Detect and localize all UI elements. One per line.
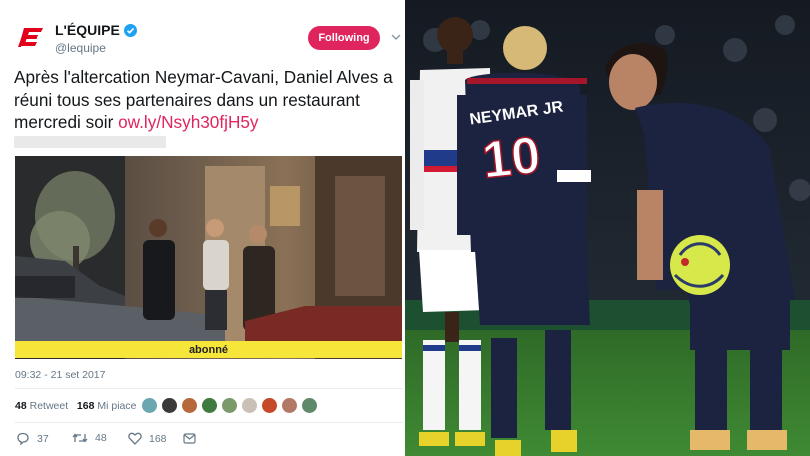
reply-icon[interactable] (16, 432, 30, 445)
like-total[interactable]: 168 (77, 400, 95, 412)
retweet-icon[interactable] (72, 432, 88, 444)
retweet-label[interactable]: Retweet (30, 400, 69, 412)
avatar[interactable] (301, 397, 318, 414)
avatar[interactable] (161, 397, 178, 414)
author-name-row[interactable]: L'ÉQUIPE (55, 22, 137, 38)
jersey-number: 10 (479, 126, 543, 190)
avatar[interactable] (181, 397, 198, 414)
verified-icon (123, 23, 137, 37)
liker-avatars (141, 397, 321, 414)
blurred-text (14, 136, 166, 148)
chevron-down-icon[interactable] (391, 33, 401, 41)
avatar[interactable] (141, 397, 158, 414)
following-button[interactable]: Following (308, 26, 380, 50)
divider (15, 422, 403, 423)
tweet-timestamp[interactable]: 09:32 - 21 set 2017 (15, 369, 106, 381)
tweet-text: Après l'altercation Neymar-Cavani, Danie… (14, 66, 402, 134)
avatar[interactable] (221, 397, 238, 414)
retweet-total[interactable]: 48 (15, 400, 27, 412)
avatar[interactable] (201, 397, 218, 414)
message-icon[interactable] (183, 433, 196, 444)
retweet-count: 48 (95, 432, 107, 444)
tweet-card: L'ÉQUIPE @lequipe Following Après l'alte… (0, 0, 405, 456)
equipe-logo-icon[interactable] (16, 26, 44, 50)
avatar[interactable] (261, 397, 278, 414)
tweet-stats: 48 Retweet 168 Mi piace (15, 400, 136, 412)
divider (15, 388, 403, 389)
like-label[interactable]: Mi piace (97, 400, 136, 412)
retweet-action[interactable]: 48 (72, 432, 107, 444)
reply-action[interactable]: 37 (16, 432, 49, 445)
players-illustration: NEYMAR JR 10 (405, 0, 810, 456)
media-caption-banner: abonné (15, 341, 402, 358)
like-count: 168 (149, 432, 167, 445)
like-action[interactable]: 168 (128, 432, 167, 445)
avatar[interactable] (281, 397, 298, 414)
football (670, 235, 730, 295)
tweet-link[interactable]: ow.ly/Nsyh30fjH5y (118, 112, 258, 132)
match-photo: NEYMAR JR 10 (405, 0, 810, 456)
tweet-media-image[interactable] (15, 156, 402, 359)
reply-count: 37 (37, 432, 49, 445)
avatar[interactable] (241, 397, 258, 414)
restaurant-photo (15, 156, 402, 359)
author-display-name[interactable]: L'ÉQUIPE (55, 22, 120, 38)
author-handle[interactable]: @lequipe (55, 41, 106, 55)
like-icon[interactable] (128, 432, 142, 445)
